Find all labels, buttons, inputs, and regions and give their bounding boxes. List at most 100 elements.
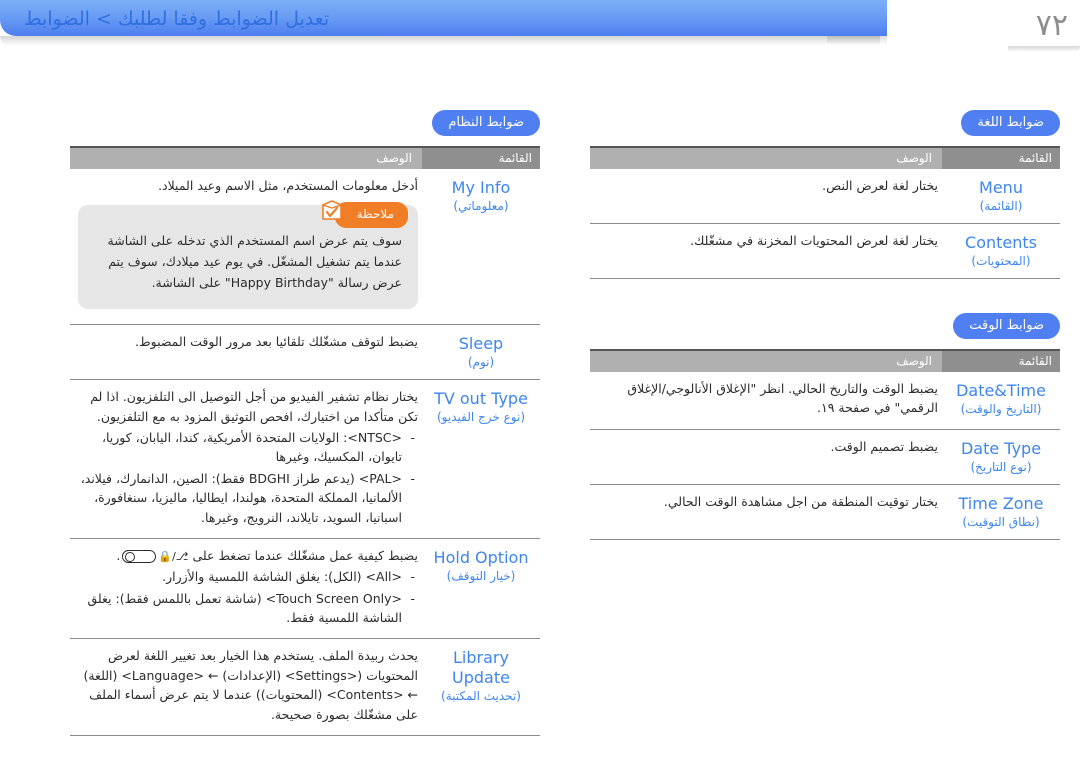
list-item: <NTSC>: الولايات المتحدة الأمريكية، كندا…: [78, 428, 418, 467]
desc-text-with-icon: يضبط كيفية عمل مشغّلك عندما تضغط على ⎇/🔒…: [78, 546, 418, 565]
menu-label-en: Date Type: [960, 438, 1042, 458]
badge-time-settings: ضوابط الوقت: [953, 313, 1060, 339]
menu-label-en: Menu: [979, 178, 1023, 197]
system-settings-table: القائمة الوصف My Info (معلوماتي) أدخل مع…: [70, 146, 540, 735]
list-item: <Touch Screen Only> (شاشة تعمل باللمس فق…: [78, 589, 418, 628]
table-row: Library Update (تحديث المكتبة) يحدث ربيد…: [70, 638, 540, 735]
desc-text: يضبط الوقت والتاريخ الحالي. انظر "الإغلا…: [627, 381, 938, 416]
menu-label-en: Contents: [965, 233, 1037, 252]
menu-label-en: Library Update: [452, 648, 510, 688]
row-menu-language-contents: Contents (المحتويات): [942, 223, 1060, 278]
header-description-label: الوصف: [896, 354, 932, 368]
menu-label-ar: (نوع خرج الفيديو): [437, 410, 525, 425]
menu-label-ar: (نطاق التوقيت): [962, 514, 1040, 529]
row-desc-time-zone: يختار توقيت المنطقة من اجل مشاهدة الوقت …: [590, 483, 942, 539]
header-description: الوصف: [590, 349, 942, 372]
desc-text: أدخل معلومات المستخدم، مثل الاسم وعيد ال…: [158, 178, 418, 193]
row-menu-tv-out-type: TV out Type (نوع خرج الفيديو): [422, 379, 540, 539]
desc-bullet-list: <NTSC>: الولايات المتحدة الأمريكية، كندا…: [78, 428, 418, 527]
row-desc-hold-option: يضبط كيفية عمل مشغّلك عندما تضغط على ⎇/🔒…: [70, 537, 422, 639]
note-box: ملاحظة سوف يتم عرض اسم المستخدم الذي تدخ…: [78, 200, 418, 310]
table-header-row: القائمة الوصف: [70, 146, 540, 169]
time-settings-badge-row: ضوابط الوقت: [590, 313, 1060, 339]
desc-text-after: .: [116, 547, 121, 563]
desc-text: يضبط لتوقف مشغّلك تلقائيا بعد مرور الوقت…: [135, 334, 418, 350]
time-settings-table-wrap: القائمة الوصف Date&Time (التاريخ والوقت)…: [590, 349, 1060, 540]
desc-text: يحدث ربيدة الملف. يستخدم هذا الخيار بعد …: [83, 648, 418, 722]
desc-text-before: يضبط كيفية عمل مشغّلك عندما تضغط على: [192, 547, 418, 563]
menu-label-en: Time Zone: [958, 493, 1044, 513]
page-tab-rule: [1008, 46, 1080, 52]
badge-language-settings: ضوابط اللغة: [961, 110, 1060, 136]
table-row: Hold Option (خيار التوقف) يضبط كيفية عمل…: [70, 537, 540, 639]
system-settings-column: ضوابط النظام القائمة الوصف My Info (معلو…: [70, 110, 540, 736]
desc-text: يختار توقيت المنطقة من اجل مشاهدة الوقت …: [663, 493, 938, 509]
header-description: الوصف: [70, 146, 422, 169]
list-item: <PAL> (يدعم طراز BDGHI فقط): الصين، الدا…: [78, 469, 418, 527]
row-desc-date-type: يضبط تصميم الوقت.: [590, 428, 942, 485]
table-row: Date Type (نوع التاريخ) يضبط تصميم الوقت…: [590, 428, 1060, 485]
table-row: Date&Time (التاريخ والوقت) يضبط الوقت وا…: [590, 372, 1060, 429]
menu-label-ar: (تحديث المكتبة): [441, 689, 521, 704]
row-desc-sleep: يضبط لتوقف مشغّلك تلقائيا بعد مرور الوقت…: [70, 324, 422, 380]
system-settings-badge-row: ضوابط النظام: [70, 110, 540, 136]
note-tag: ملاحظة: [320, 200, 408, 228]
header-description: الوصف: [590, 146, 942, 169]
menu-label-ar: (التاريخ والوقت): [960, 402, 1042, 416]
menu-label-ar: (خيار التوقف): [446, 568, 516, 583]
table-row: TV out Type (نوع خرج الفيديو) يختار نظام…: [70, 379, 540, 539]
page-number: ٧٢: [1035, 8, 1068, 43]
header-description-label: الوصف: [896, 151, 932, 165]
language-time-settings-column: ضوابط اللغة القائمة الوصف Menu (القائمة): [590, 110, 1060, 736]
power-lock-glyph: ⎇/🔒: [158, 549, 189, 563]
breadcrumb: تعديل الضوابط وفقا لطلبك > الضوابط: [24, 8, 330, 30]
header-menu: القائمة: [942, 146, 1060, 169]
table-header-row: القائمة الوصف: [590, 349, 1060, 372]
row-desc-tv-out-type: يختار نظام تشفير الفيديو من أجل التوصيل …: [70, 379, 422, 539]
row-menu-library-update: Library Update (تحديث المكتبة): [422, 638, 540, 735]
menu-label-en: TV out Type: [434, 389, 528, 409]
row-desc-language-contents: يختار لغة لعرض المحتويات المخزنة في مشغّ…: [590, 223, 942, 278]
row-menu-my-info: My Info (معلوماتي): [422, 169, 540, 325]
row-menu-date-time: Date&Time (التاريخ والوقت): [942, 372, 1060, 429]
menu-label-ar: (المحتويات): [971, 254, 1031, 268]
row-menu-time-zone: Time Zone (نطاق التوقيت): [942, 483, 1060, 539]
manual-page: تعديل الضوابط وفقا لطلبك > الضوابط ٧٢ ضو…: [0, 0, 1080, 762]
desc-text: يختار نظام تشفير الفيديو من أجل التوصيل …: [90, 389, 418, 424]
row-menu-language-menu: Menu (القائمة): [942, 169, 1060, 224]
header-shadow: [0, 36, 880, 46]
table-row: Time Zone (نطاق التوقيت) يختار توقيت الم…: [590, 483, 1060, 539]
header-menu: القائمة: [422, 146, 540, 169]
desc-text: يختار لغة لعرض النص.: [822, 178, 938, 193]
table-row: Menu (القائمة) يختار لغة لعرض النص.: [590, 169, 1060, 224]
desc-text: يختار لغة لعرض المحتويات المخزنة في مشغّ…: [690, 233, 938, 248]
menu-label-ar: (القائمة): [979, 199, 1023, 213]
row-desc-language-menu: يختار لغة لعرض النص.: [590, 169, 942, 224]
row-desc-my-info: أدخل معلومات المستخدم، مثل الاسم وعيد ال…: [70, 169, 422, 325]
note-pill-label: ملاحظة: [334, 202, 408, 228]
header-menu: القائمة: [942, 349, 1060, 372]
header-description-label: الوصف: [376, 151, 412, 165]
table-row: Sleep (نوم) يضبط لتوقف مشغّلك تلقائيا بع…: [70, 324, 540, 380]
language-settings-table-wrap: القائمة الوصف Menu (القائمة) يختار لغة ل…: [590, 146, 1060, 279]
system-settings-table-wrap: القائمة الوصف My Info (معلوماتي) أدخل مع…: [70, 146, 540, 736]
language-settings-table: القائمة الوصف Menu (القائمة) يختار لغة ل…: [590, 146, 1060, 278]
menu-label-ar: (معلوماتي): [453, 199, 509, 213]
table-row: Contents (المحتويات) يختار لغة لعرض المح…: [590, 223, 1060, 278]
table-row: My Info (معلوماتي) أدخل معلومات المستخدم…: [70, 169, 540, 325]
list-item: <All> (الكل): يغلق الشاشة اللمسية والأزر…: [78, 567, 418, 587]
badge-system-settings: ضوابط النظام: [432, 110, 540, 136]
row-desc-library-update: يحدث ربيدة الملف. يستخدم هذا الخيار بعد …: [70, 638, 422, 735]
note-text: سوف يتم عرض اسم المستخدم الذي تدخله على …: [107, 233, 402, 290]
desc-text: يضبط تصميم الوقت.: [830, 438, 938, 454]
menu-label-ar: (نوع التاريخ): [970, 459, 1032, 474]
desc-bullet-list: <All> (الكل): يغلق الشاشة اللمسية والأزر…: [78, 567, 418, 627]
language-settings-badge-row: ضوابط اللغة: [590, 110, 1060, 136]
table-header-row: القائمة الوصف: [590, 146, 1060, 169]
row-menu-hold-option: Hold Option (خيار التوقف): [422, 537, 540, 639]
row-menu-sleep: Sleep (نوم): [422, 324, 540, 380]
hold-switch-icon: [122, 549, 157, 563]
row-menu-date-type: Date Type (نوع التاريخ): [942, 428, 1060, 485]
note-check-box-icon: [320, 200, 343, 221]
menu-label-en: My Info: [451, 178, 511, 197]
